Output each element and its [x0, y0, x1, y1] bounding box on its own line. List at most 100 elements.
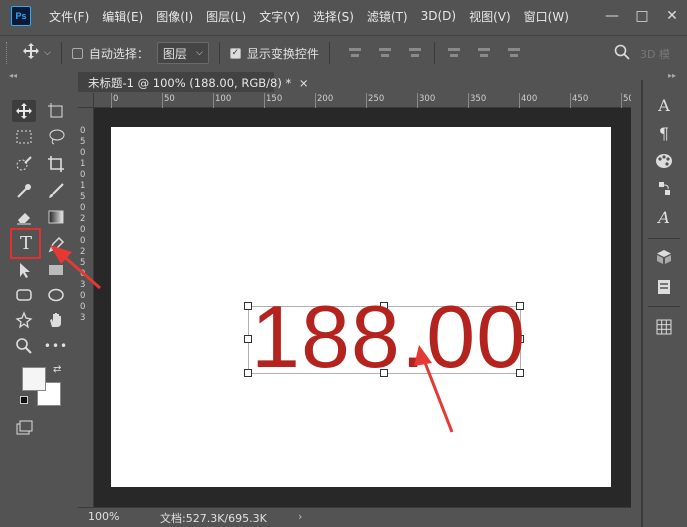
ruler-h-label: 400 [521, 94, 538, 104]
align-right-icon[interactable] [408, 46, 422, 60]
ruler-major-tick [468, 93, 469, 108]
zoom-icon[interactable] [12, 335, 36, 357]
document-tab[interactable]: 未标题-1 @ 100% (188.00, RGB/8) * × [78, 72, 309, 92]
options-grip[interactable] [6, 42, 10, 64]
collapse-panels-icon[interactable]: ▸▸ [668, 71, 676, 80]
window-controls: — □ ✕ [597, 0, 687, 32]
eyedropper-icon[interactable] [12, 180, 36, 202]
tool-preset-chevron-icon[interactable]: ⌵ [44, 48, 51, 58]
ruler-major-tick [366, 93, 367, 108]
ruler-v-label: 0 [80, 170, 86, 180]
ruler-v-label: 0 [80, 291, 86, 301]
show-transform-checkbox[interactable]: ✓ [229, 47, 241, 59]
3d-panel-icon[interactable] [652, 246, 676, 268]
ruler-h-label: 450 [572, 94, 589, 104]
menu-layer[interactable]: 图层(L) [206, 8, 246, 25]
brush-icon[interactable] [44, 180, 68, 202]
auto-select-target-dropdown[interactable]: 图层 ⌵ [156, 42, 209, 64]
ruler-v-label: 0 [80, 126, 86, 136]
foreground-color-swatch[interactable] [22, 367, 46, 391]
eraser-icon[interactable] [12, 206, 36, 228]
minimize-button[interactable]: — [597, 8, 627, 24]
ruler-major-tick [417, 93, 418, 108]
horizontal-ruler[interactable]: 0 50 100 150 200 250 300 350 400 450 500 [94, 93, 631, 108]
type-tool-icon[interactable]: T [14, 232, 38, 254]
ruler-h-label: 150 [266, 94, 283, 104]
menu-select[interactable]: 选择(S) [313, 8, 354, 25]
ellipse-icon[interactable] [44, 284, 68, 306]
swap-colors-icon[interactable]: ⇄ [53, 364, 61, 375]
collapse-toolbox-icon[interactable]: ◂◂ [9, 71, 17, 80]
align-middle-icon[interactable] [477, 46, 491, 60]
auto-select-checkbox[interactable] [71, 47, 83, 59]
ruler-h-label: 200 [317, 94, 334, 104]
grid-panel-icon[interactable] [652, 316, 676, 338]
quick-select-icon[interactable] [12, 153, 36, 175]
align-controls [340, 42, 529, 64]
move-tool-icon[interactable] [12, 100, 36, 122]
default-colors-icon[interactable] [20, 396, 28, 404]
menu-type[interactable]: 文字(Y) [259, 8, 300, 25]
artboard-icon[interactable] [44, 100, 68, 122]
menu-file[interactable]: 文件(F) [49, 8, 89, 25]
close-window-button[interactable]: ✕ [657, 8, 687, 24]
path-select-icon[interactable] [12, 259, 36, 281]
align-bottom-icon[interactable] [507, 46, 521, 60]
ruler-origin[interactable] [78, 93, 94, 108]
rect-marquee-icon[interactable] [12, 126, 36, 148]
menu-3d[interactable]: 3D(D) [421, 9, 456, 23]
swatches-icon[interactable] [652, 178, 676, 200]
lasso-icon[interactable] [44, 126, 68, 148]
ruler-major-tick [570, 93, 571, 108]
toolbox: T ••• ⇄ [6, 96, 74, 441]
hand-icon[interactable] [44, 309, 68, 331]
menu-edit[interactable]: 编辑(E) [102, 8, 143, 25]
ruler-major-tick [315, 93, 316, 108]
status-menu-arrow-icon[interactable]: › [298, 510, 302, 523]
more-tools-icon[interactable]: ••• [44, 335, 68, 357]
ruler-v-label: 0 [80, 148, 86, 158]
ruler-major-tick [162, 93, 163, 108]
ruler-major-tick [519, 93, 520, 108]
menu-window[interactable]: 窗口(W) [524, 8, 569, 25]
quick-mask-icon[interactable] [12, 418, 36, 440]
rectangle-shape-icon[interactable] [44, 259, 68, 281]
rounded-rect-icon[interactable] [12, 284, 36, 306]
glyphs-panel-icon[interactable]: A [652, 206, 676, 228]
gradient-icon[interactable] [44, 206, 68, 228]
3d-mode-label[interactable]: 3D 模 [640, 46, 670, 62]
options-divider [218, 42, 220, 64]
canvas[interactable]: 188.00 [111, 127, 611, 487]
move-tool-icon[interactable] [22, 42, 40, 65]
custom-shape-icon[interactable] [12, 309, 36, 331]
pen-icon[interactable] [44, 233, 68, 255]
ruler-v-label: 5 [80, 137, 86, 147]
ruler-major-tick [111, 93, 112, 108]
options-divider [328, 42, 330, 64]
crop-icon[interactable] [44, 153, 68, 175]
align-center-icon[interactable] [378, 46, 392, 60]
restore-button[interactable]: □ [627, 8, 657, 24]
panel-divider [641, 80, 643, 527]
align-left-icon[interactable] [348, 46, 362, 60]
ruler-h-label: 0 [113, 94, 119, 104]
search-icon[interactable] [614, 44, 630, 64]
character-panel-icon[interactable]: A [652, 94, 676, 116]
menu-image[interactable]: 图像(I) [156, 8, 193, 25]
properties-panel-icon[interactable] [652, 276, 676, 298]
menu-view[interactable]: 视图(V) [469, 8, 511, 25]
color-palette-icon[interactable] [652, 150, 676, 172]
panel-separator [648, 306, 680, 307]
status-bar: 100% 文档:527.3K/695.3K › [78, 507, 631, 527]
vertical-ruler[interactable]: 050101502002503003 [78, 108, 94, 507]
zoom-level[interactable]: 100% [88, 510, 119, 523]
canvas-text-layer[interactable]: 188.00 [251, 293, 526, 381]
ruler-v-label: 5 [80, 192, 86, 202]
options-divider [433, 42, 435, 64]
menu-filter[interactable]: 滤镜(T) [367, 8, 408, 25]
photoshop-logo: Ps [11, 6, 31, 26]
paragraph-panel-icon[interactable]: ¶ [652, 122, 676, 144]
options-divider [60, 42, 62, 64]
close-document-icon[interactable]: × [299, 76, 309, 90]
align-top-icon[interactable] [447, 46, 461, 60]
